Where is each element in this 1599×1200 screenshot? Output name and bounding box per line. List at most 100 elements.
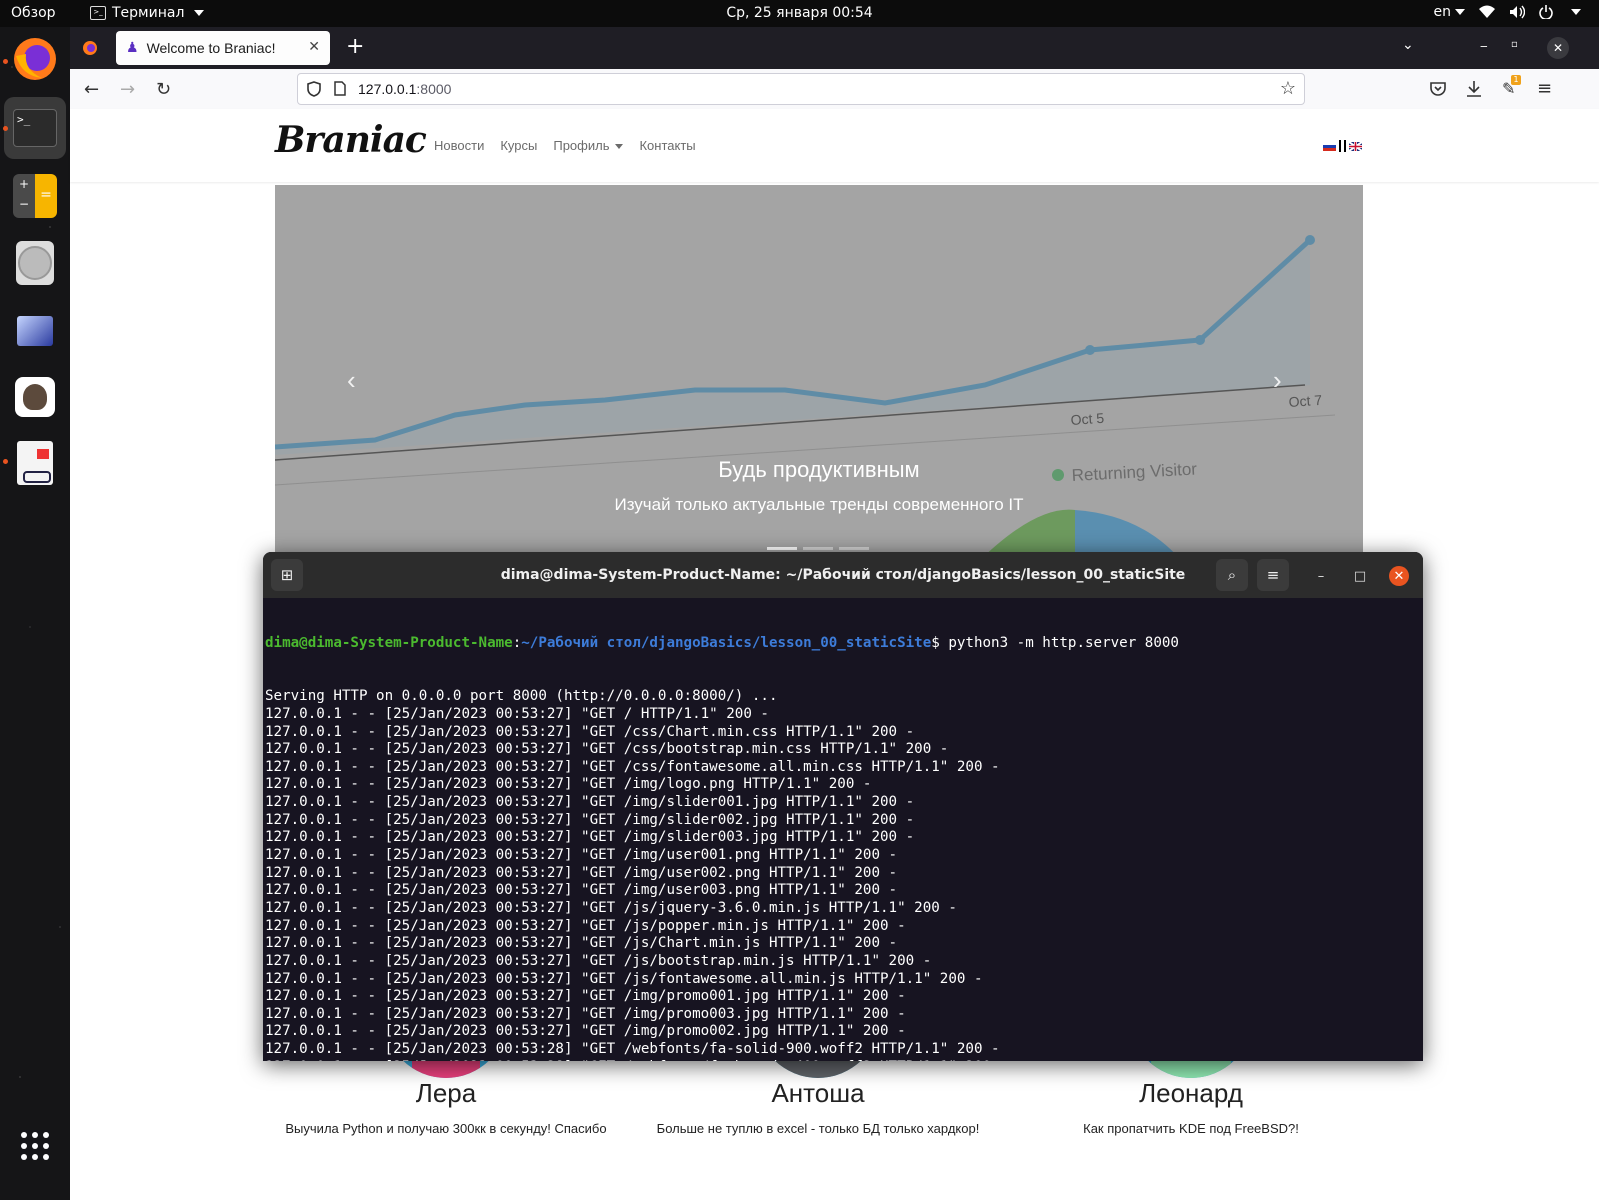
site-menu: Новости Курсы Профиль Контакты xyxy=(434,138,696,153)
power-icon[interactable] xyxy=(1539,5,1553,19)
forward-button[interactable]: → xyxy=(120,79,135,100)
maximize-button[interactable]: □ xyxy=(1350,566,1370,586)
wifi-icon[interactable] xyxy=(1479,5,1495,19)
dock-show-apps[interactable] xyxy=(11,1122,59,1170)
document-viewer-icon xyxy=(17,441,53,485)
dock-firefox[interactable] xyxy=(11,35,59,83)
menu-item-news[interactable]: Новости xyxy=(434,138,484,153)
page-icon[interactable] xyxy=(334,81,346,96)
app-menu[interactable]: >_ Терминал xyxy=(90,5,205,21)
terminal-log-line: 127.0.0.1 - - [25/Jan/2023 00:53:27] "GE… xyxy=(265,882,898,899)
terminal-output[interactable]: dima@dima-System-Product-Name:~/Рабочий … xyxy=(265,600,1421,1061)
calculator-icon: + − = xyxy=(13,174,57,218)
terminal-log-line: 127.0.0.1 - - [25/Jan/2023 00:53:27] "GE… xyxy=(265,705,769,722)
shield-icon[interactable] xyxy=(307,81,321,97)
menu-item-contacts[interactable]: Контакты xyxy=(639,138,695,153)
minimize-button[interactable]: – xyxy=(1311,566,1331,586)
terminal-log-line: 127.0.0.1 - - [25/Jan/2023 00:53:27] "GE… xyxy=(265,847,898,864)
gnome-top-bar: Обзор >_ Терминал Ср, 25 января 00:54 en xyxy=(0,0,1599,27)
flag-ru-icon[interactable] xyxy=(1323,141,1336,151)
clock[interactable]: Ср, 25 января 00:54 xyxy=(726,5,872,21)
running-indicator xyxy=(3,59,8,64)
hamburger-menu-button[interactable]: ≡ xyxy=(1257,559,1289,591)
menu-item-courses[interactable]: Курсы xyxy=(500,138,537,153)
terminal-log-line: 127.0.0.1 - - [25/Jan/2023 00:53:28] "GE… xyxy=(265,1059,1421,1061)
pycharm-icon xyxy=(17,316,53,346)
url-bar[interactable]: 127.0.0.1:8000 ☆ xyxy=(297,73,1305,105)
testimonial-quote: Больше не туплю в excel - только БД толь… xyxy=(656,1121,980,1136)
nav-toolbar: ← → ↻ 127.0.0.1:8000 ☆ ✎ 1 ≡ xyxy=(70,69,1599,110)
indicator-3[interactable] xyxy=(839,547,869,550)
chart-label-oct7: Oct 7 xyxy=(1288,392,1323,410)
indicator-2[interactable] xyxy=(803,547,833,550)
terminal-log-line: 127.0.0.1 - - [25/Jan/2023 00:53:27] "GE… xyxy=(265,988,906,1005)
disks-icon xyxy=(16,241,54,285)
bookmark-star-icon[interactable]: ☆ xyxy=(1280,78,1296,99)
prompt-line: dima@dima-System-Product-Name:~/Рабочий … xyxy=(265,635,1421,653)
dock-document-viewer[interactable] xyxy=(11,439,59,487)
terminal-log: Serving HTTP on 0.0.0.0 port 8000 (http:… xyxy=(265,688,1421,1061)
running-indicator xyxy=(3,459,8,464)
volume-icon[interactable] xyxy=(1509,5,1525,19)
terminal-log-line: 127.0.0.1 - - [25/Jan/2023 00:53:27] "GE… xyxy=(265,899,957,916)
prompt-command: $ python3 -m http.server 8000 xyxy=(931,635,1179,652)
firefox-icon xyxy=(14,38,56,80)
prompt-path: ~/Рабочий стол/djangoBasics/lesson_00_st… xyxy=(521,635,932,652)
flag-en-icon[interactable] xyxy=(1349,141,1362,151)
terminal-icon: >_ xyxy=(13,109,57,147)
menu-item-profile-label: Профиль xyxy=(553,138,610,153)
carousel: Oct 5 Oct 7 Returning Visitor ‹ › Будь п… xyxy=(275,185,1363,565)
carousel-indicators xyxy=(767,547,869,550)
system-tray[interactable]: en xyxy=(1434,4,1581,20)
favicon-icon: ♟ xyxy=(126,40,139,56)
carousel-next-button[interactable]: › xyxy=(1273,365,1282,396)
divider xyxy=(1339,140,1341,152)
input-language[interactable]: en xyxy=(1434,4,1465,20)
chevron-down-icon xyxy=(1571,9,1581,15)
site-logo[interactable]: Braniac xyxy=(275,119,427,161)
testimonial-name: Лера xyxy=(415,1078,477,1108)
terminal-title: dima@dima-System-Product-Name: ~/Рабочий… xyxy=(500,567,1186,583)
testimonial-name: Леонард xyxy=(1139,1078,1243,1108)
tab-welcome[interactable]: ♟ Welcome to Braniac! ✕ xyxy=(116,31,330,65)
indicator-1[interactable] xyxy=(767,547,797,550)
dock-pycharm[interactable] xyxy=(11,307,59,355)
terminal-log-line: 127.0.0.1 - - [25/Jan/2023 00:53:27] "GE… xyxy=(265,811,915,828)
chevron-down-icon xyxy=(1455,9,1465,15)
new-tab-button[interactable]: + xyxy=(346,34,364,59)
testimonial-name: Антоша xyxy=(771,1078,865,1108)
minimize-window-icon[interactable]: ‒ xyxy=(1480,39,1488,53)
prompt-separator: : xyxy=(512,635,522,652)
dock-terminal[interactable]: >_ xyxy=(4,97,66,159)
activities-button[interactable]: Обзор xyxy=(11,5,56,21)
terminal-log-line: 127.0.0.1 - - [25/Jan/2023 00:53:27] "GE… xyxy=(265,952,932,969)
reload-button[interactable]: ↻ xyxy=(156,79,171,100)
list-tabs-icon[interactable]: ⌄ xyxy=(1402,37,1414,53)
testimonial-quote: Выучила Python и получаю 300кк в секунду… xyxy=(285,1121,607,1136)
close-button[interactable]: ✕ xyxy=(1389,566,1409,586)
dock: >_ + − = xyxy=(0,27,70,1200)
dock-gimp[interactable] xyxy=(11,373,59,421)
maximize-window-icon[interactable]: ▫ xyxy=(1511,39,1518,50)
search-button[interactable]: ⌕ xyxy=(1216,559,1248,591)
menu-item-profile[interactable]: Профиль xyxy=(553,138,624,153)
language-switcher xyxy=(1323,140,1362,152)
terminal-log-line: 127.0.0.1 - - [25/Jan/2023 00:53:27] "GE… xyxy=(265,917,906,934)
close-tab-icon[interactable]: ✕ xyxy=(308,39,320,55)
firefox-view-icon[interactable] xyxy=(82,40,98,56)
carousel-prev-button[interactable]: ‹ xyxy=(347,365,356,396)
app-menu-label: Терминал xyxy=(112,5,185,21)
close-window-icon[interactable]: ✕ xyxy=(1547,37,1569,59)
url-text[interactable]: 127.0.0.1:8000 xyxy=(358,81,451,97)
terminal-mini-icon: >_ xyxy=(90,6,106,20)
menu-icon[interactable]: ≡ xyxy=(1537,78,1552,99)
downloads-icon[interactable] xyxy=(1466,80,1482,98)
terminal-log-line: 127.0.0.1 - - [25/Jan/2023 00:53:27] "GE… xyxy=(265,935,898,952)
back-button[interactable]: ← xyxy=(84,79,99,100)
gimp-icon xyxy=(15,377,55,417)
terminal-log-line: 127.0.0.1 - - [25/Jan/2023 00:53:27] "GE… xyxy=(265,1005,906,1022)
prompt-user: dima@dima-System-Product-Name xyxy=(265,635,513,652)
pocket-icon[interactable] xyxy=(1430,81,1446,97)
dock-disks[interactable] xyxy=(11,239,59,287)
dock-calculator[interactable]: + − = xyxy=(11,172,59,220)
